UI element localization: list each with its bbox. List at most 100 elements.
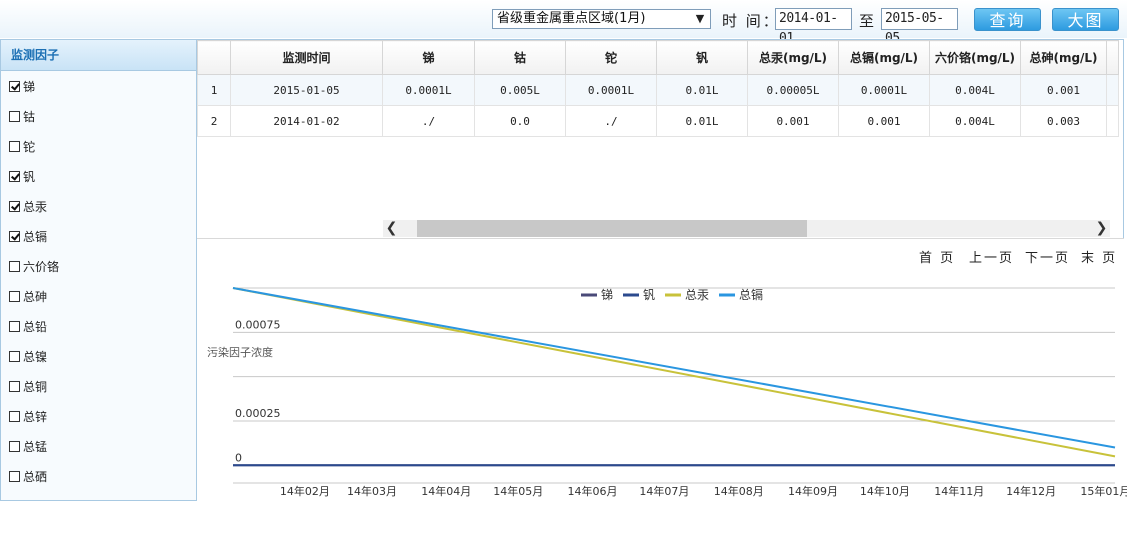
factor-item[interactable]: 总铜 [1, 371, 196, 401]
x-tick-label: 14年10月 [860, 484, 910, 498]
table-header-cell[interactable]: 总砷(mg/L) [1020, 40, 1107, 75]
table-cell-filler [1106, 74, 1119, 106]
last-page-link[interactable]: 末 页 [1081, 247, 1117, 266]
factor-checkbox[interactable] [9, 440, 20, 452]
factor-checkbox[interactable] [9, 470, 20, 482]
pager: 首 页 上一页 下一页 末 页 [197, 238, 1124, 272]
factor-item[interactable]: 总镍 [1, 341, 196, 371]
legend-label: 锑 [601, 288, 613, 302]
x-tick-label: 14年05月 [493, 484, 543, 498]
factor-item[interactable]: 六价铬 [1, 251, 196, 281]
factor-item[interactable]: 总镉 [1, 221, 196, 251]
factor-checkbox[interactable] [9, 320, 20, 332]
horizontal-scrollbar[interactable]: ❮ ❯ [383, 220, 1110, 237]
time-label: 时 间： [722, 12, 780, 30]
table-cell: 0.001 [747, 105, 839, 137]
factor-checkbox[interactable] [9, 290, 20, 302]
factor-label: 总砷 [23, 289, 48, 304]
scrollbar-thumb[interactable] [417, 220, 807, 237]
table-header-cell[interactable]: 钴 [474, 40, 566, 75]
x-tick-label: 14年11月 [934, 484, 984, 498]
y-tick-label: 0 [235, 451, 242, 464]
factor-label: 锑 [23, 79, 36, 94]
factor-item[interactable]: 铊 [1, 131, 196, 161]
table-cell-filler [1106, 105, 1119, 137]
factor-item[interactable]: 总铅 [1, 311, 196, 341]
next-page-link[interactable]: 下一页 [1025, 247, 1070, 266]
table-cell: 0.01L [656, 105, 748, 137]
factor-checkbox[interactable] [9, 230, 20, 242]
factor-item[interactable]: 总砷 [1, 281, 196, 311]
table-cell: 0.004L [929, 74, 1021, 106]
series-line-3 [232, 287, 1116, 449]
factor-label: 总硒 [23, 469, 48, 484]
big-chart-button[interactable]: 大图 [1052, 8, 1119, 31]
data-table: 监测时间锑钴铊钒总汞(mg/L) 总镉(mg/L) 六价铬(mg/L) 总砷(mg/L… [197, 40, 1119, 137]
factor-checkbox[interactable] [9, 140, 20, 152]
factor-item[interactable]: 总硒 [1, 461, 196, 491]
prev-page-link[interactable]: 上一页 [969, 247, 1014, 266]
chevron-down-icon[interactable]: ▼ [692, 11, 708, 27]
table-header-cell[interactable]: 钒 [656, 40, 748, 75]
factor-item[interactable]: 总汞 [1, 191, 196, 221]
table-cell: 0.0 [474, 105, 566, 137]
factor-checkbox[interactable] [9, 380, 20, 392]
series-line-2 [232, 287, 1116, 458]
factor-checkbox[interactable] [9, 260, 20, 272]
factor-label: 总锰 [23, 439, 48, 454]
factor-label: 总铅 [23, 319, 48, 334]
table-cell: 2015-01-05 [230, 74, 383, 106]
factor-checkbox[interactable] [9, 410, 20, 422]
table-cell: ./ [382, 105, 475, 137]
date-to-input[interactable]: 2015-05-05 [881, 8, 958, 46]
factor-item[interactable]: 锑 [1, 71, 196, 101]
factor-item[interactable]: 钴 [1, 101, 196, 131]
region-select[interactable]: 省级重金属重点区域(1月) ▼ [492, 9, 711, 29]
data-table-panel: 监测时间锑钴铊钒总汞(mg/L) 总镉(mg/L) 六价铬(mg/L) 总砷(mg/L… [197, 39, 1124, 272]
factor-panel: 监测因子 锑钴铊钒总汞 总镉 六价铬 总砷 总铅 总镍 总铜 总锌 总锰 总硒 [0, 39, 197, 501]
x-tick-label: 14年06月 [568, 484, 618, 498]
factor-list: 锑钴铊钒总汞 总镉 六价铬总砷总铅总镍 总铜总锌总锰总硒 [1, 71, 196, 491]
factor-label: 总锌 [23, 409, 48, 424]
table-cell: 0.001 [838, 105, 930, 137]
factor-checkbox[interactable] [9, 200, 20, 212]
x-tick-label: 14年04月 [421, 484, 471, 498]
table-cell: 0.0001L [838, 74, 930, 106]
factor-checkbox[interactable] [9, 170, 20, 182]
factor-item[interactable]: 钒 [1, 161, 196, 191]
table-header-cell[interactable]: 总镉(mg/L) [838, 40, 930, 75]
table-header-cell[interactable]: 六价铬(mg/L) [929, 40, 1021, 75]
y-axis-label: 污染因子浓度 [207, 345, 273, 359]
factor-checkbox[interactable] [9, 110, 20, 122]
table-cell: 0.0001L [382, 74, 475, 106]
table-header-cell[interactable]: 铊 [565, 40, 657, 75]
scroll-right-icon[interactable]: ❯ [1093, 220, 1110, 237]
row-index: 1 [197, 74, 231, 106]
factor-item[interactable]: 总锰 [1, 431, 196, 461]
table-cell: 0.003 [1020, 105, 1107, 137]
legend-label: 总汞 [685, 288, 709, 302]
table-row[interactable]: 1 2015-01-05 0.0001L 0.005L 0.0001L 0.01L 0.00… [197, 74, 1119, 106]
factor-label: 钴 [23, 109, 36, 124]
row-index: 2 [197, 105, 231, 137]
table-row[interactable]: 2 2014-01-02 ./0.0 ./0.01L 0.001 0.001 0.004L 0… [197, 105, 1119, 137]
table-header-cell[interactable]: 监测时间 [230, 40, 383, 75]
table-cell: 0.01L [656, 74, 748, 106]
table-header-filler [1106, 40, 1119, 75]
toolbar: 省级重金属重点区域(1月) ▼ 时 间： 2014-01-01 至 2015-0… [0, 0, 1127, 46]
x-tick-label: 14年03月 [347, 484, 397, 498]
table-header-cell[interactable]: 总汞(mg/L) [747, 40, 839, 75]
table-header-cell[interactable]: 锑 [382, 40, 475, 75]
scroll-left-icon[interactable]: ❮ [383, 220, 400, 237]
region-select-value: 省级重金属重点区域(1月) [497, 11, 646, 26]
factor-label: 铊 [23, 139, 36, 154]
table-cell: 0.0001L [565, 74, 657, 106]
factor-checkbox[interactable] [9, 350, 20, 362]
date-from-input[interactable]: 2014-01-01 [775, 8, 852, 46]
query-button[interactable]: 查询 [974, 8, 1041, 31]
x-tick-label: 14年02月 [280, 484, 330, 498]
first-page-link[interactable]: 首 页 [919, 247, 955, 266]
factor-checkbox[interactable] [9, 80, 20, 92]
factor-item[interactable]: 总锌 [1, 401, 196, 431]
legend-label: 钒 [643, 287, 655, 302]
